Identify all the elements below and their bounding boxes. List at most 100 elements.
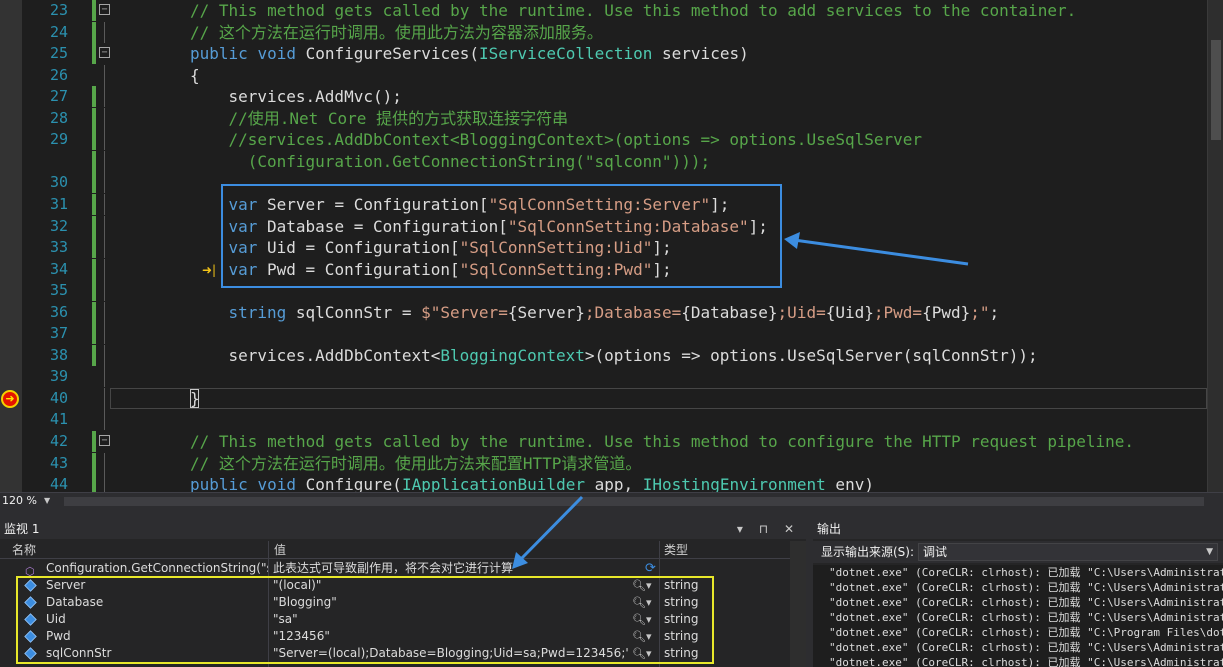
output-line: "dotnet.exe" (CoreCLR: clrhost): 已加载 "C:…	[829, 596, 1223, 609]
collapse-toggle-icon[interactable]: −	[99, 435, 110, 446]
code-line[interactable]: 25 − public void ConfigureServices(IServic…	[0, 43, 1207, 65]
line-number: 38	[49, 345, 68, 364]
output-window-title: 输出	[817, 522, 842, 536]
watch-window-title: 监视 1	[4, 522, 40, 536]
code-token: // This method gets called by the runtim…	[190, 432, 1135, 451]
code-token: BloggingContext	[440, 345, 585, 365]
breakpoint-current-statement-icon[interactable]: ➜	[1, 390, 19, 408]
code-text: services.AddDbContext<BloggingContext>(o…	[228, 345, 1037, 366]
change-indicator	[92, 150, 96, 172]
watch-row-value[interactable]: 此表达式可导致副作用，将不会对它进行计算	[273, 560, 628, 577]
change-indicator	[92, 323, 96, 345]
code-line[interactable]: 29 //services.AddDbContext<BloggingContex…	[0, 129, 1207, 151]
column-header-name[interactable]: 名称	[12, 541, 36, 559]
code-token: env)	[825, 475, 874, 492]
code-line[interactable]: 23 − // This method gets called by the run…	[0, 0, 1207, 21]
code-line[interactable]: 41	[0, 409, 1207, 431]
outline-guide	[104, 409, 105, 431]
code-line[interactable]: 39	[0, 366, 1207, 388]
change-indicator	[92, 43, 96, 65]
collapse-toggle-icon[interactable]: −	[99, 4, 110, 15]
change-indicator	[92, 107, 96, 129]
annotation-box-blue	[221, 184, 782, 288]
watch-vertical-scrollbar[interactable]	[790, 541, 806, 667]
code-text: public void ConfigureServices(IServiceCo…	[190, 43, 749, 64]
code-line[interactable]: 26 {	[0, 64, 1207, 86]
outline-guide	[104, 129, 105, 151]
line-number: 34	[49, 259, 68, 278]
output-source-label: 显示输出来源(S):	[821, 545, 915, 559]
line-number: 41	[49, 410, 68, 429]
editor-horizontal-scrollbar[interactable]	[64, 497, 1204, 506]
line-number: 23	[49, 1, 68, 19]
output-text-area[interactable]: "dotnet.exe" (CoreCLR: clrhost): 已加载 "C:…	[813, 565, 1223, 667]
change-indicator	[92, 431, 96, 452]
watch-row-name[interactable]: Configuration.GetConnectionString("sqlco…	[46, 560, 268, 577]
column-header-value[interactable]: 值	[274, 541, 286, 559]
output-source-select[interactable]: 调试 ▼	[918, 543, 1218, 561]
output-line: "dotnet.exe" (CoreCLR: clrhost): 已加载 "C:…	[829, 656, 1223, 667]
outline-guide	[104, 258, 105, 280]
change-indicator	[92, 474, 96, 492]
code-text: // This method gets called by the runtim…	[190, 431, 1134, 452]
code-line[interactable]: (Configuration.GetConnectionString("sqlc…	[0, 150, 1207, 172]
zoom-level-dropdown[interactable]: 120 % ▼	[2, 494, 60, 508]
code-token: IHostingEnvironment	[642, 475, 826, 492]
code-line[interactable]: 37	[0, 323, 1207, 345]
window-position-dropdown-icon[interactable]: ▾	[737, 519, 749, 539]
line-number: 36	[49, 302, 68, 321]
code-line[interactable]: 43 // 这个方法在运行时调用。使用此方法来配置HTTP请求管道。	[0, 452, 1207, 474]
line-number: 40	[49, 388, 68, 407]
code-token: // 这个方法在运行时调用。使用此方法来配置HTTP请求管道。	[190, 453, 642, 473]
code-line[interactable]: 42 − // This method gets called by the run…	[0, 431, 1207, 452]
code-line[interactable]: 38 services.AddDbContext<BloggingContext>…	[0, 344, 1207, 366]
code-line[interactable]: 36 string sqlConnStr = $"Server={Server};…	[0, 301, 1207, 323]
watch-window-title-bar[interactable]: 监视 1 ▾ ⊓ ✕	[0, 519, 806, 539]
code-text: //services.AddDbContext<BloggingContext>…	[228, 129, 922, 150]
collapse-toggle-icon[interactable]: −	[99, 47, 110, 59]
code-text: string sqlConnStr = $"Server={Server};Da…	[228, 302, 999, 323]
code-line[interactable]: 27 services.AddMvc();	[0, 86, 1207, 108]
editor-status-strip: 120 % ▼	[0, 492, 1223, 509]
watch-row[interactable]: ⬡ Configuration.GetConnectionString("sqlc…	[0, 560, 790, 578]
outline-guide	[104, 474, 105, 492]
line-number: 39	[49, 367, 68, 386]
code-token: $"Server=	[421, 302, 508, 322]
code-token: services.AddDbContext<	[228, 345, 441, 365]
output-line: "dotnet.exe" (CoreCLR: clrhost): 已加载 "C:…	[829, 566, 1223, 579]
code-text: public void Configure(IApplicationBuilde…	[190, 474, 874, 492]
watch-grid-header: 名称 值 类型	[0, 541, 790, 559]
code-token: Configure(	[295, 475, 402, 492]
code-token: //使用.Net Core 提供的方式获取连接字符串	[228, 108, 569, 128]
output-line: "dotnet.exe" (CoreCLR: clrhost): 已加载 "C:…	[829, 641, 1223, 654]
line-number: 28	[49, 108, 68, 127]
code-line[interactable]: 28 //使用.Net Core 提供的方式获取连接字符串	[0, 107, 1207, 129]
output-line: "dotnet.exe" (CoreCLR: clrhost): 已加载 "C:…	[829, 626, 1223, 639]
code-token: ;	[989, 302, 1000, 322]
code-token: app,	[584, 475, 643, 492]
line-number: 27	[49, 87, 68, 106]
output-line: "dotnet.exe" (CoreCLR: clrhost): 已加载 "C:…	[829, 581, 1223, 594]
output-window-title-bar[interactable]: 输出	[813, 519, 1223, 539]
line-number: 31	[49, 194, 68, 213]
column-header-type[interactable]: 类型	[664, 541, 688, 559]
code-token: IServiceCollection	[479, 44, 653, 64]
code-token: services)	[652, 44, 749, 64]
code-line[interactable]: 24 // 这个方法在运行时调用。使用此方法为容器添加服务。	[0, 21, 1207, 43]
pin-icon[interactable]: ⊓	[759, 519, 774, 539]
editor-vertical-scrollbar[interactable]	[1207, 0, 1223, 492]
code-token: ;Database=	[584, 302, 682, 322]
side-effect-warning-icon: ⬡	[25, 565, 35, 578]
code-line[interactable]: 44 public void Configure(IApplicationBuil…	[0, 474, 1207, 492]
outline-guide	[104, 64, 105, 86]
code-token: ;Pwd=	[873, 302, 923, 322]
code-token: string	[228, 302, 287, 322]
code-editor[interactable]: 23 − // This method gets called by the run…	[0, 0, 1223, 492]
outline-guide	[104, 323, 105, 345]
scrollbar-thumb[interactable]	[1211, 40, 1221, 140]
code-text: // 这个方法在运行时调用。使用此方法为容器添加服务。	[190, 22, 603, 43]
refresh-evaluation-icon[interactable]: ⟳	[645, 560, 656, 577]
outline-guide	[104, 237, 105, 259]
close-icon[interactable]: ✕	[784, 519, 800, 539]
outline-guide	[104, 452, 105, 474]
